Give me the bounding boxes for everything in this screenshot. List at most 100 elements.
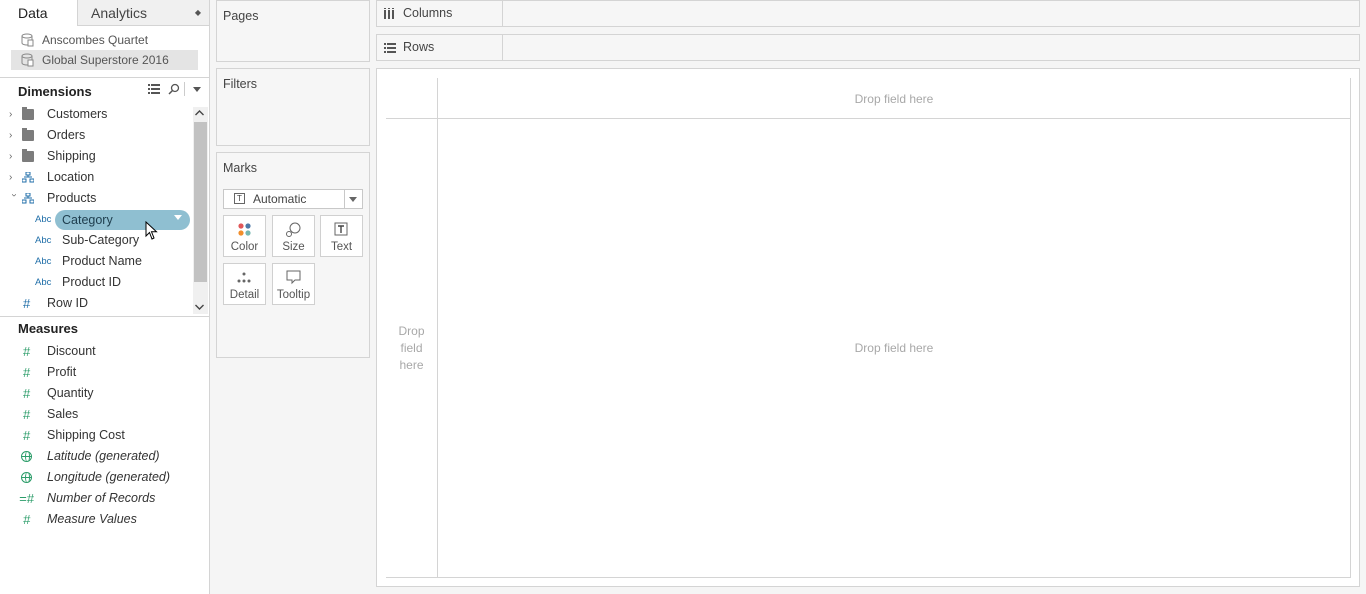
shelf-divider — [502, 35, 503, 60]
search-icon[interactable] — [168, 83, 180, 95]
measure-sales[interactable]: # Sales — [23, 404, 79, 425]
dimensions-title: Dimensions — [18, 84, 92, 99]
dimension-product-id[interactable]: Abc Product ID — [35, 272, 122, 293]
divider — [0, 316, 209, 317]
tableau-workspace: Data Analytics ◆ Anscombes Quartet Globa… — [0, 0, 1366, 594]
color-button[interactable]: Color — [223, 215, 266, 257]
chevron-right-icon[interactable]: › — [9, 125, 19, 146]
measure-measure-values[interactable]: # Measure Values — [23, 509, 137, 530]
filters-card[interactable]: Filters — [216, 68, 370, 146]
pages-title: Pages — [223, 9, 259, 23]
field-label: Number of Records — [47, 491, 156, 505]
size-label: Size — [282, 241, 305, 253]
number-type-icon: # — [23, 365, 31, 380]
dimension-hierarchy-products[interactable]: › Products — [9, 188, 97, 209]
tooltip-icon — [286, 270, 301, 285]
drop-zone-rows[interactable]: Drop field here — [386, 323, 437, 374]
chevron-down-icon[interactable] — [193, 87, 201, 92]
pane-tabs: Data Analytics ◆ — [0, 0, 209, 26]
chevron-right-icon[interactable]: › — [9, 104, 19, 125]
drop-text: here — [399, 358, 424, 372]
calculated-number-icon: =# — [19, 491, 34, 506]
chevron-right-icon[interactable]: › — [9, 146, 19, 167]
view-list-icon[interactable] — [148, 84, 160, 94]
chevron-down-icon — [349, 197, 357, 202]
scrollbar-thumb[interactable] — [194, 122, 207, 282]
field-label: Longitude (generated) — [47, 470, 171, 484]
detail-button[interactable]: Detail — [223, 263, 266, 305]
dimension-product-name[interactable]: Abc Product Name — [35, 251, 142, 272]
measure-number-of-records[interactable]: =# Number of Records — [19, 488, 156, 509]
measure-latitude[interactable]: Latitude (generated) — [21, 446, 160, 467]
updown-arrows-icon: ◆ — [194, 8, 201, 17]
canvas-divider — [1350, 78, 1351, 578]
rows-shelf[interactable]: Rows — [376, 34, 1360, 61]
divider — [0, 77, 209, 78]
measure-quantity[interactable]: # Quantity — [23, 383, 94, 404]
marks-card: Marks T Automatic Color Size Text Detail… — [216, 152, 370, 358]
field-label: Shipping Cost — [47, 428, 125, 442]
mark-type-dropdown[interactable]: T Automatic — [223, 189, 363, 209]
measure-profit[interactable]: # Profit — [23, 362, 76, 383]
field-label: Sales — [47, 407, 79, 421]
drop-zone-view[interactable]: Drop field here — [438, 340, 1350, 357]
chevron-right-icon[interactable]: › — [9, 167, 19, 188]
size-icon — [286, 222, 301, 237]
measure-longitude[interactable]: Longitude (generated) — [21, 467, 171, 488]
datasource-global-superstore[interactable]: Global Superstore 2016 — [11, 50, 198, 70]
text-mark-icon: T — [234, 193, 245, 204]
number-type-icon: # — [23, 296, 31, 311]
columns-shelf[interactable]: Columns — [376, 0, 1360, 27]
filters-title: Filters — [223, 77, 258, 91]
number-type-icon: # — [23, 344, 31, 359]
number-type-icon: # — [23, 386, 31, 401]
datasource-anscombes[interactable]: Anscombes Quartet — [11, 30, 198, 50]
measure-shipping-cost[interactable]: # Shipping Cost — [23, 425, 125, 446]
field-label: Measure Values — [47, 512, 137, 526]
hierarchy-icon — [22, 172, 34, 183]
dimension-hierarchy-location[interactable]: › Location — [9, 167, 94, 188]
number-type-icon: # — [23, 512, 31, 527]
tab-analytics[interactable]: Analytics ◆ — [77, 0, 209, 26]
canvas-divider — [386, 118, 1351, 119]
field-label: Orders — [47, 128, 86, 142]
mouse-cursor-icon — [145, 221, 158, 240]
measures-title: Measures — [18, 321, 78, 336]
string-type-icon: Abc — [35, 256, 52, 267]
tab-analytics-label: Analytics — [91, 5, 148, 21]
drop-zone-columns[interactable]: Drop field here — [438, 91, 1350, 108]
measure-discount[interactable]: # Discount — [23, 341, 96, 362]
tooltip-button[interactable]: Tooltip — [272, 263, 315, 305]
dimension-folder-orders[interactable]: › Orders — [9, 125, 86, 146]
canvas-divider — [386, 577, 1351, 578]
folder-icon — [22, 107, 34, 120]
dimension-folder-shipping[interactable]: › Shipping — [9, 146, 96, 167]
dropdown-arrow-icon[interactable] — [174, 215, 182, 220]
color-icon — [238, 223, 251, 236]
view-canvas[interactable]: Drop field here Drop field here Drop fie… — [376, 68, 1360, 587]
data-pane: Data Analytics ◆ Anscombes Quartet Globa… — [0, 0, 210, 594]
string-type-icon: Abc — [35, 214, 52, 225]
text-icon — [334, 222, 348, 236]
scroll-up-icon[interactable] — [195, 110, 204, 116]
rows-icon — [384, 43, 396, 53]
color-label: Color — [230, 241, 259, 253]
field-pill-category[interactable]: Category — [55, 210, 190, 230]
tab-data[interactable]: Data — [0, 0, 77, 26]
text-button[interactable]: Text — [320, 215, 363, 257]
field-label: Sub-Category — [62, 233, 140, 247]
field-label: Customers — [47, 107, 108, 121]
columns-label: Columns — [403, 6, 453, 20]
scroll-down-icon[interactable] — [195, 304, 204, 310]
dimension-sub-category[interactable]: Abc Sub-Category — [35, 230, 140, 251]
field-label: Product ID — [62, 275, 122, 289]
dimension-row-id[interactable]: # Row ID — [23, 293, 88, 314]
field-label: Row ID — [47, 296, 88, 310]
dimension-folder-customers[interactable]: › Customers — [9, 104, 108, 125]
datasource-label: Global Superstore 2016 — [42, 53, 169, 67]
tooltip-label: Tooltip — [276, 289, 311, 301]
size-button[interactable]: Size — [272, 215, 315, 257]
folder-icon — [22, 149, 34, 162]
field-label: Shipping — [47, 149, 96, 163]
pages-card[interactable]: Pages — [216, 0, 370, 62]
